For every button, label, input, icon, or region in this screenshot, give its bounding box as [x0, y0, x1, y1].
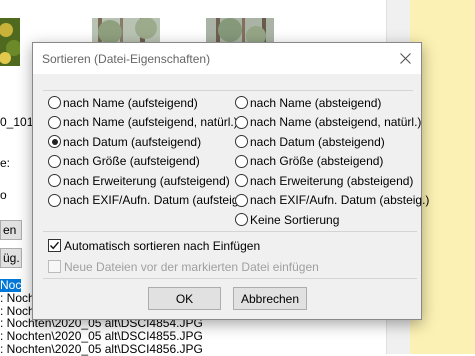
radio-extension-desc[interactable]: nach Erweiterung (absteigend): [235, 172, 413, 189]
checkbox-label: Automatisch sortieren nach Einfügen: [64, 238, 261, 253]
radio-label: nach Erweiterung (absteigend): [250, 173, 414, 188]
radio-name-desc[interactable]: nach Name (absteigend): [235, 94, 381, 111]
radio-exif-asc[interactable]: nach EXIF/Aufn. Datum (aufsteig.): [48, 192, 246, 209]
radio-label: nach Name (absteigend, natürl.): [250, 115, 422, 129]
radio-button-icon: [235, 174, 248, 187]
checkmark-icon: [49, 241, 60, 250]
radio-button-icon: [235, 193, 248, 207]
radio-button-icon: [235, 115, 248, 129]
ok-button[interactable]: OK: [148, 287, 221, 310]
radio-name-asc[interactable]: nach Name (aufsteigend): [48, 94, 198, 111]
checkbox-checked-icon: [48, 239, 61, 252]
radio-label: nach Größe (absteigend): [250, 154, 384, 168]
radio-label: Keine Sortierung: [250, 212, 340, 227]
close-icon: [400, 53, 411, 64]
divider: [43, 278, 417, 279]
radio-button-icon: [235, 154, 248, 168]
dialog-title: Sortieren (Datei-Eigenschaften): [42, 52, 211, 66]
radio-button-icon: [48, 115, 61, 129]
field-label: e:: [0, 156, 11, 170]
radio-button-icon: [48, 174, 61, 187]
radio-size-asc[interactable]: nach Größe (aufsteigend): [48, 153, 200, 170]
radio-date-desc[interactable]: nach Datum (absteigend): [235, 133, 385, 150]
radio-date-asc[interactable]: nach Datum (aufsteigend): [48, 133, 201, 150]
radio-label: nach Name (aufsteigend): [63, 95, 198, 110]
background-button[interactable]: üg.: [0, 248, 22, 268]
radio-button-icon: [48, 135, 61, 148]
radio-label: nach Name (absteigend): [250, 95, 382, 110]
radio-exif-desc[interactable]: nach EXIF/Aufn. Datum (absteig.): [235, 192, 429, 209]
checkbox-label: Neue Dateien vor der markierten Datei ei…: [64, 259, 319, 274]
auto-sort-checkbox[interactable]: Automatisch sortieren nach Einfügen: [48, 237, 260, 254]
radio-label: nach Datum (aufsteigend): [63, 134, 202, 149]
radio-button-icon: [48, 154, 61, 168]
radio-button-icon: [235, 96, 248, 109]
dialog-titlebar[interactable]: Sortieren (Datei-Eigenschaften): [33, 43, 421, 74]
radio-button-icon: [235, 135, 248, 148]
insert-before-checkbox: Neue Dateien vor der markierten Datei ei…: [48, 258, 319, 275]
radio-label: nach EXIF/Aufn. Datum (absteig.): [250, 193, 430, 207]
close-button[interactable]: [390, 43, 421, 74]
radio-name-asc-natural[interactable]: nach Name (aufsteigend, natürl.): [48, 114, 238, 131]
thumbnail-image[interactable]: [0, 18, 20, 66]
radio-label: nach Name (aufsteigend, natürl.): [63, 115, 238, 129]
radio-button-icon: [235, 213, 248, 226]
radio-extension-asc[interactable]: nach Erweiterung (aufsteigend): [48, 172, 230, 189]
cancel-button[interactable]: Abbrechen: [233, 287, 307, 310]
radio-no-sort[interactable]: Keine Sortierung: [235, 211, 339, 228]
background-button[interactable]: en: [0, 220, 22, 240]
divider: [43, 231, 417, 232]
radio-name-desc-natural[interactable]: nach Name (absteigend, natürl.): [235, 114, 421, 131]
radio-size-desc[interactable]: nach Größe (absteigend): [235, 153, 383, 170]
radio-button-icon: [48, 96, 61, 109]
list-item[interactable]: Nocht: [0, 279, 31, 292]
radio-label: nach EXIF/Aufn. Datum (aufsteig.): [63, 193, 246, 207]
checkbox-unchecked-icon: [48, 260, 61, 273]
radio-label: nach Größe (aufsteigend): [63, 154, 200, 168]
sort-dialog: Sortieren (Datei-Eigenschaften) nach Nam…: [32, 42, 429, 320]
radio-button-icon: [48, 193, 61, 207]
radio-label: nach Erweiterung (aufsteigend): [63, 173, 230, 188]
radio-label: nach Datum (absteigend): [250, 134, 385, 149]
field-label: o: [0, 188, 7, 202]
